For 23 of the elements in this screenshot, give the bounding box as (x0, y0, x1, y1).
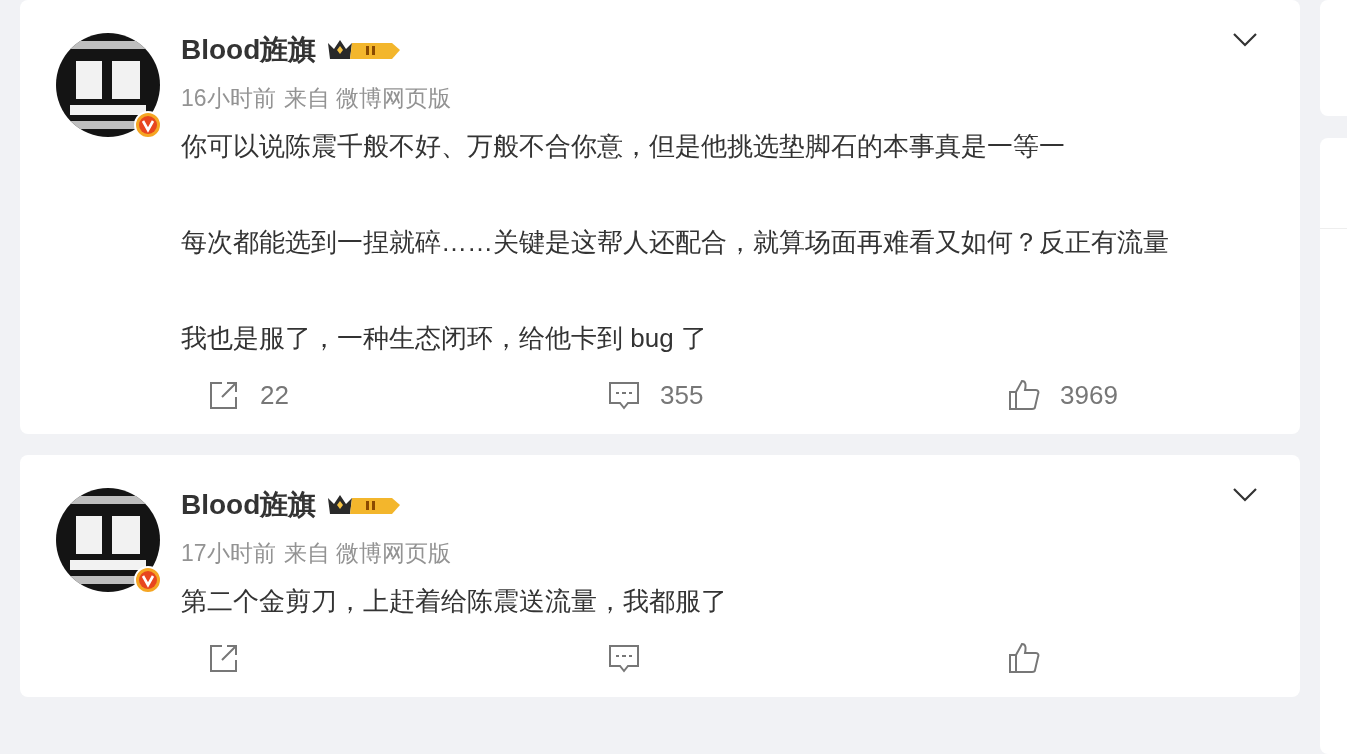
chevron-down-icon[interactable] (1232, 32, 1258, 48)
post-source: 来自 微博网页版 (283, 83, 451, 113)
comment-count: 355 (660, 379, 704, 411)
share-icon[interactable] (208, 379, 240, 411)
post-source: 来自 微博网页版 (283, 538, 451, 568)
thumbs-up-icon[interactable] (1008, 642, 1040, 674)
post-time: 16小时前 (181, 83, 276, 113)
verified-icon (134, 111, 162, 139)
post-text: 我也是服了，一种生态闭环，给他卡到 bug 了 (181, 322, 708, 355)
share-count: 22 (260, 379, 289, 411)
post-text: 你可以说陈震千般不好、万般不合你意，但是他挑选垫脚石的本事真是一等一 (181, 130, 1066, 163)
verified-icon (134, 566, 162, 594)
chevron-down-icon[interactable] (1232, 487, 1258, 503)
author-name[interactable]: Blood旌旗 (181, 486, 317, 524)
like-count: 3969 (1060, 379, 1118, 411)
post-time: 17小时前 (181, 538, 276, 568)
comment-icon[interactable] (608, 642, 640, 674)
thumbs-up-icon[interactable] (1008, 379, 1040, 411)
post-text: 每次都能选到一捏就碎……关键是这帮人还配合，就算场面再难看又如何？反正有流量 (181, 226, 1170, 259)
share-icon[interactable] (208, 642, 240, 674)
comment-icon[interactable] (608, 379, 640, 411)
author-name[interactable]: Blood旌旗 (181, 31, 317, 69)
post-text: 第二个金剪刀，上赶着给陈震送流量，我都服了 (181, 585, 728, 618)
